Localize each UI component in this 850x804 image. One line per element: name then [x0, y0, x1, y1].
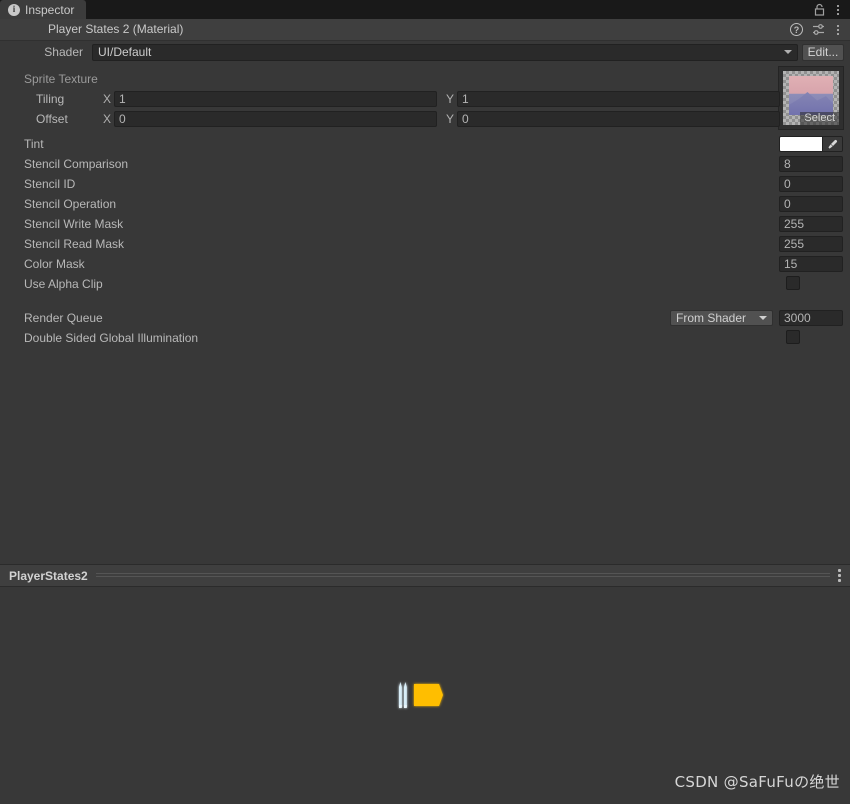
tiling-y-input[interactable]: 1: [457, 91, 780, 107]
help-icon[interactable]: ?: [790, 23, 803, 36]
watermark-text: CSDN @SaFuFuの绝世: [674, 773, 840, 791]
info-icon: i: [8, 3, 20, 16]
eyedropper-icon[interactable]: [822, 137, 842, 151]
render-queue-input[interactable]: 3000: [779, 310, 843, 326]
stencil-rows: Stencil Comparison 8 Stencil ID 0 Stenci…: [0, 154, 850, 274]
tiling-row: Tiling X 1 Y 1: [0, 89, 850, 109]
shader-label: Shader: [44, 45, 83, 59]
table-row: Stencil Read Mask 255: [0, 234, 850, 254]
material-kebab-menu-icon[interactable]: [834, 23, 842, 37]
material-properties: Select Sprite Texture Tiling X 1 Y 1 Off…: [0, 63, 850, 348]
sprite-texture-label: Sprite Texture: [24, 72, 98, 86]
tabbar-actions: [814, 0, 850, 19]
render-queue-mode-dropdown[interactable]: From Shader: [670, 310, 773, 326]
render-queue-row: Render Queue From Shader 3000: [0, 308, 850, 328]
inspector-tabbar: i Inspector: [0, 0, 850, 19]
offset-x-axis-label: X: [102, 112, 111, 126]
tab-inspector-label: Inspector: [25, 2, 75, 17]
shader-value: UI/Default: [98, 45, 152, 59]
inspector-panel: Player States 2 (Material) ? Shader UI/D…: [0, 19, 850, 564]
tiling-label: Tiling: [36, 92, 65, 106]
kebab-menu-icon[interactable]: [834, 3, 842, 17]
tiling-x-axis-label: X: [102, 92, 111, 106]
color-mask-label: Color Mask: [24, 257, 85, 271]
tint-color-swatch[interactable]: [780, 137, 822, 151]
stencil-write-mask-input[interactable]: 255: [779, 216, 843, 232]
offset-label: Offset: [36, 112, 68, 126]
double-sided-gi-checkbox[interactable]: [786, 330, 800, 344]
preview-kebab-menu-icon[interactable]: [838, 569, 850, 582]
tiling-x-input[interactable]: 1: [114, 91, 437, 107]
use-alpha-clip-checkbox[interactable]: [786, 276, 800, 290]
use-alpha-clip-row: Use Alpha Clip: [0, 274, 850, 294]
stencil-operation-input[interactable]: 0: [779, 196, 843, 212]
shader-edit-button[interactable]: Edit...: [802, 43, 844, 61]
shader-row: Shader UI/Default Edit...: [0, 41, 850, 63]
material-title: Player States 2 (Material): [48, 22, 184, 36]
double-sided-gi-row: Double Sided Global Illumination: [0, 328, 850, 348]
material-header-actions: ?: [790, 23, 850, 37]
use-alpha-clip-label: Use Alpha Clip: [24, 277, 103, 291]
stencil-operation-label: Stencil Operation: [24, 197, 117, 211]
preview-header[interactable]: PlayerStates2: [0, 564, 850, 587]
tint-color-field[interactable]: [779, 136, 843, 152]
chevron-down-icon: [759, 316, 767, 320]
stencil-read-mask-label: Stencil Read Mask: [24, 237, 125, 251]
tiling-fields: X 1 Y 1: [100, 91, 780, 107]
preview-title: PlayerStates2: [9, 568, 88, 583]
stencil-read-mask-input[interactable]: 255: [779, 236, 843, 252]
table-row: Color Mask 15: [0, 254, 850, 274]
table-row: Stencil ID 0: [0, 174, 850, 194]
double-sided-gi-label: Double Sided Global Illumination: [24, 331, 199, 345]
offset-x-input[interactable]: 0: [114, 111, 437, 127]
stencil-comparison-input[interactable]: 8: [779, 156, 843, 172]
stencil-id-label: Stencil ID: [24, 177, 76, 191]
material-header: Player States 2 (Material) ?: [0, 19, 850, 41]
color-mask-input[interactable]: 15: [779, 256, 843, 272]
tint-label: Tint: [24, 137, 44, 151]
offset-y-axis-label: Y: [445, 112, 454, 126]
tint-row: Tint: [0, 134, 850, 154]
stencil-comparison-label: Stencil Comparison: [24, 157, 129, 171]
stencil-write-mask-label: Stencil Write Mask: [24, 217, 124, 231]
lock-icon[interactable]: [814, 3, 825, 16]
offset-row: Offset X 0 Y 0: [0, 109, 850, 129]
offset-fields: X 0 Y 0: [100, 111, 780, 127]
render-queue-mode-value: From Shader: [676, 311, 747, 325]
render-queue-label: Render Queue: [24, 311, 103, 325]
preset-sliders-icon[interactable]: [812, 23, 825, 36]
preview-area: CSDN @SaFuFuの绝世: [0, 587, 850, 802]
shader-dropdown[interactable]: UI/Default: [92, 43, 798, 61]
stencil-id-input[interactable]: 0: [779, 176, 843, 192]
table-row: Stencil Write Mask 255: [0, 214, 850, 234]
offset-y-input[interactable]: 0: [457, 111, 780, 127]
tiling-y-axis-label: Y: [445, 92, 454, 106]
preview-resize-handle[interactable]: [95, 572, 830, 579]
chevron-down-icon: [784, 50, 792, 54]
tab-inspector[interactable]: i Inspector: [0, 0, 87, 19]
material-preview-image: [395, 677, 455, 713]
table-row: Stencil Comparison 8: [0, 154, 850, 174]
table-row: Stencil Operation 0: [0, 194, 850, 214]
